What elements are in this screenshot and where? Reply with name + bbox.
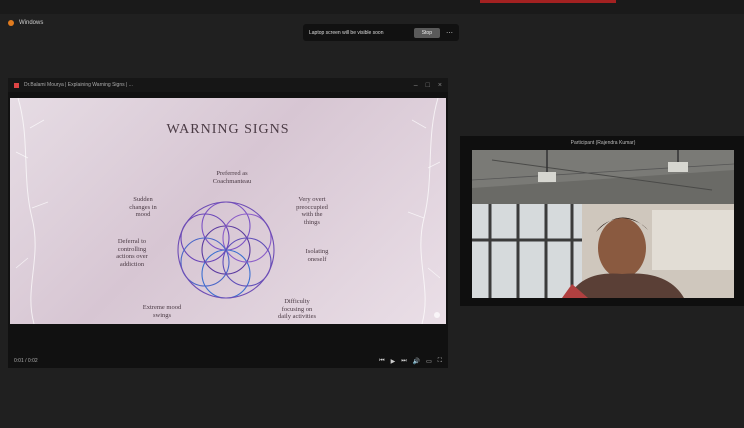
play-icon[interactable]: ▶ (391, 358, 396, 365)
maximize-icon[interactable]: □ (426, 82, 430, 89)
participant-name: Participant (Rajendra Kumar) (570, 140, 636, 146)
app-logo-icon (8, 20, 14, 26)
small-flower-icon (434, 312, 440, 318)
video-feed-image (472, 150, 734, 298)
volume-icon[interactable]: 🔊 (413, 358, 420, 365)
captions-icon[interactable]: ▭ (426, 358, 432, 365)
screen-share-bar: Laptop screen will be visible soon Stop … (303, 24, 459, 41)
warning-sign-item: Sudden changes in mood (129, 196, 157, 218)
warning-sign-item: Extreme mood swings (142, 304, 182, 319)
more-icon[interactable]: ⋯ (446, 29, 453, 37)
stop-share-button[interactable]: Stop (413, 27, 440, 38)
shared-window-titlebar: Dr.Balami Mourya | Explaining Warning Si… (8, 78, 448, 92)
presentation-slide: WARNING SIGNS Preferred as Coachmanteau … (10, 98, 446, 324)
minimize-icon[interactable]: – (414, 82, 418, 89)
flower-of-life-icon (177, 201, 275, 299)
player-time: 0:01 / 0:02 (14, 358, 38, 364)
slide-title: WARNING SIGNS (166, 122, 290, 137)
warning-sign-item: Very overt preoccupied with the things (296, 196, 328, 226)
player-controls: 0:01 / 0:02 ⏮ ▶ ⏭ 🔊 ▭ ⛶ (8, 354, 448, 368)
fullscreen-icon[interactable]: ⛶ (438, 358, 442, 365)
shared-window-title: Dr.Balami Mourya | Explaining Warning Si… (24, 82, 133, 88)
warning-sign-item: Difficulty focusing on daily activities (277, 298, 317, 320)
participant-video[interactable] (472, 150, 734, 298)
close-icon[interactable]: × (438, 82, 442, 89)
warning-sign-item: Isolating oneself (305, 248, 329, 263)
top-strip (0, 0, 744, 14)
previous-icon[interactable]: ⏮ (379, 358, 384, 365)
warning-sign-item: Preferred as Coachmanteau (212, 170, 252, 185)
window-app-icon (14, 82, 19, 88)
recording-indicator (480, 0, 616, 3)
warning-sign-item: Deferral to controlling actions over add… (116, 238, 148, 268)
player-control-group: ⏮ ▶ ⏭ 🔊 ▭ ⛶ (379, 358, 442, 365)
shared-screen-window: Dr.Balami Mourya | Explaining Warning Si… (8, 78, 448, 368)
next-icon[interactable]: ⏭ (401, 358, 406, 365)
share-message: Laptop screen will be visible soon (309, 29, 384, 36)
app-title: Windows (8, 16, 43, 30)
window-controls: – □ × (414, 82, 442, 89)
app-title-label: Windows (19, 20, 44, 26)
